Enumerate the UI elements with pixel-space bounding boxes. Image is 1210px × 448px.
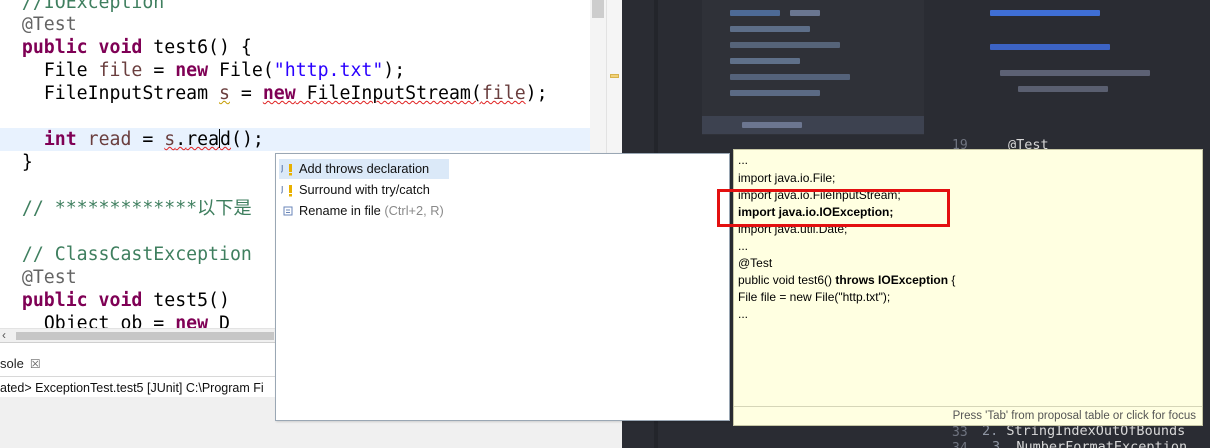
blurred-text <box>990 10 1100 16</box>
variable: s <box>219 83 230 104</box>
blurred-text <box>1018 86 1108 92</box>
file-tree-panel <box>702 0 924 135</box>
preview-line: public void test6() throws IOException { <box>738 272 955 289</box>
quick-fix-proposals[interactable]: J Add throws declaration J Surround with… <box>275 153 730 421</box>
code-line: @Test <box>0 266 77 289</box>
blurred-text <box>742 122 802 128</box>
punctuation: (); <box>231 129 264 150</box>
method-name: d <box>220 129 231 150</box>
selected-tree-row <box>702 116 924 134</box>
code-line: FileInputStream s = new FileInputStream(… <box>0 82 548 105</box>
proposal-label: Surround with try/catch <box>299 182 430 197</box>
blurred-text <box>730 90 820 96</box>
blurred-text <box>730 26 810 32</box>
constructor-call: FileInputStream( <box>295 83 482 104</box>
proposal-surround-try-catch[interactable]: J Surround with try/catch <box>279 180 433 200</box>
current-line: int read = s.read(); <box>0 128 590 151</box>
code-line: File file = new File("http.txt"); <box>0 59 405 82</box>
punctuation: . <box>175 129 187 150</box>
svg-text:J: J <box>281 185 283 194</box>
svg-text:J: J <box>281 164 283 173</box>
warning-marker[interactable] <box>610 74 619 78</box>
keyword: new <box>262 83 296 104</box>
code-comment: // ClassCastException <box>21 244 252 265</box>
highlight-annotation-box <box>717 189 950 227</box>
variable: s <box>164 129 176 150</box>
type-name: File <box>43 60 99 81</box>
blurred-text <box>730 10 780 16</box>
code-line: 3. NumberFormatException <box>992 439 1187 448</box>
variable: file <box>481 83 526 104</box>
punctuation: ); <box>383 60 406 81</box>
code-line: } <box>0 151 33 174</box>
blurred-text <box>1000 70 1150 76</box>
method-name: rea <box>186 129 220 150</box>
proposal-label: Rename in file <box>299 203 381 218</box>
type-name: FileInputStream <box>43 83 220 104</box>
operator: = <box>229 83 263 104</box>
scrollbar-thumb[interactable] <box>592 0 604 18</box>
list-number: 3. <box>992 439 1009 448</box>
constructor-call: File( <box>208 60 274 81</box>
code-line: public void test5() <box>0 289 230 312</box>
blurred-text <box>730 42 840 48</box>
statement: Object ob = <box>43 313 176 328</box>
java-quickfix-icon: J <box>281 185 292 197</box>
java-quickfix-icon: J <box>281 164 292 176</box>
preview-line: ... <box>738 153 749 167</box>
console-tab-label: sole <box>0 356 24 371</box>
code-line: Object ob = new D <box>0 312 230 328</box>
console-tab[interactable]: sole ☒ <box>0 353 41 375</box>
blurred-text <box>730 58 800 64</box>
string-literal: "http.txt" <box>273 60 384 81</box>
proposal-add-throws[interactable]: J Add throws declaration <box>279 159 449 179</box>
proposal-label: Add throws declaration <box>299 161 430 176</box>
keyword: int <box>43 129 77 150</box>
close-icon[interactable]: ☒ <box>30 357 41 371</box>
keyword: public void <box>21 290 143 311</box>
punctuation: ); <box>525 83 548 104</box>
code-line: public void test6() { <box>0 36 252 59</box>
blurred-text <box>790 10 820 16</box>
method-signature: test5() <box>142 290 230 311</box>
preview-line: @Test <box>738 256 773 270</box>
code-comment: //IOException <box>21 0 165 13</box>
keyword: new <box>175 313 209 328</box>
blurred-text <box>730 74 850 80</box>
method-signature: test6() { <box>142 37 252 58</box>
brace: } <box>21 152 33 173</box>
code-line: @Test <box>0 13 77 36</box>
code-line: // *************以下是 <box>0 197 252 220</box>
operator: = <box>142 60 176 81</box>
code-text: NumberFormatException <box>1008 439 1188 448</box>
annotation: @Test <box>21 14 77 35</box>
statement: D <box>208 313 230 328</box>
proposal-shortcut: (Ctrl+2, R) <box>380 203 444 218</box>
variable: read <box>76 129 132 150</box>
proposal-rename-in-file[interactable]: Rename in file (Ctrl+2, R) <box>279 201 447 221</box>
line-number: 33 <box>952 425 968 440</box>
preview-line: ... <box>738 307 749 321</box>
added-throws: throws IOException <box>835 273 949 287</box>
annotation: @Test <box>21 267 77 288</box>
code-line: //IOException <box>0 0 164 14</box>
scrollbar-thumb[interactable] <box>16 332 274 340</box>
code-line: // ClassCastException <box>0 243 252 266</box>
preview-text: { <box>948 273 956 287</box>
line-number: 34 <box>952 441 968 448</box>
preview-line: ... <box>738 239 749 253</box>
variable: file <box>98 60 143 81</box>
rename-icon <box>283 206 293 216</box>
keyword: public void <box>21 37 143 58</box>
operator: = <box>131 129 165 150</box>
preview-footer-hint: Press 'Tab' from proposal table or click… <box>734 406 1202 425</box>
keyword: new <box>175 60 209 81</box>
preview-text: public void test6() <box>738 273 836 287</box>
code-comment: // *************以下是 <box>21 198 252 219</box>
preview-line: File file = new File("http.txt"); <box>738 290 891 304</box>
blurred-text <box>990 44 1110 50</box>
preview-line: import java.io.File; <box>738 171 836 185</box>
console-launch-description: ated> ExceptionTest.test5 [JUnit] C:\Pro… <box>0 381 264 395</box>
scroll-left-icon[interactable]: ‹ <box>2 329 6 342</box>
